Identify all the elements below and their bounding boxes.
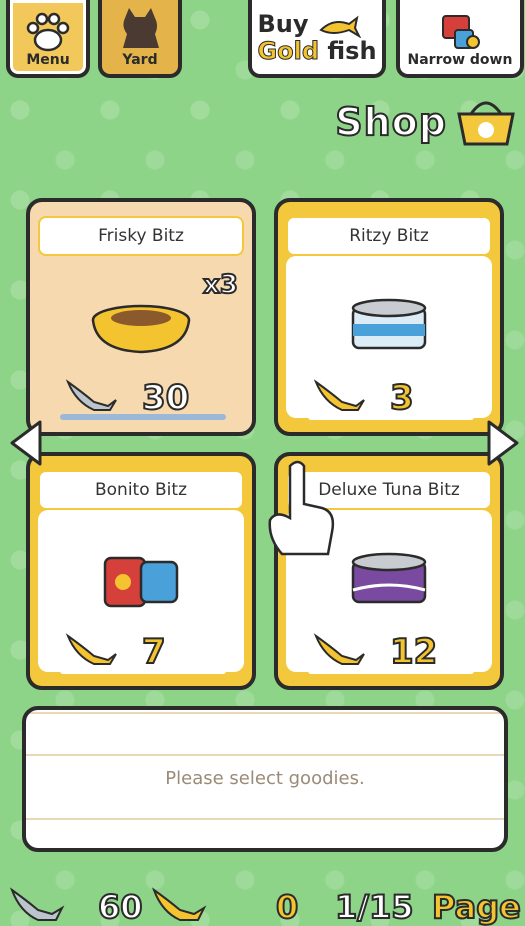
narrow-down-label: Narrow down	[407, 52, 513, 68]
next-page-arrow-icon[interactable]	[487, 418, 523, 468]
paw-icon	[26, 12, 70, 52]
item-card-frisky-bitz[interactable]: Frisky Bitz x3 30	[26, 198, 256, 436]
menu-label: Menu	[26, 52, 70, 68]
page-indicator: 1/15	[334, 887, 414, 926]
buy-goldfish-button[interactable]: Buy Gold fish	[248, 0, 386, 78]
item-name: Bonito Bitz	[38, 470, 244, 510]
buy-label: Buy	[257, 9, 309, 38]
item-price: 30	[141, 377, 190, 419]
cat-icon	[123, 8, 159, 48]
yard-button[interactable]: Yard	[98, 0, 182, 78]
gold-fish-icon	[65, 633, 117, 665]
silver-fish-count: 60	[97, 887, 144, 926]
pointer-hand-icon	[268, 460, 335, 556]
basket-icon	[457, 101, 515, 146]
description-text: Please select goodies.	[26, 768, 504, 789]
item-price: 12	[389, 631, 438, 673]
item-name: Ritzy Bitz	[286, 216, 492, 256]
filter-icon	[442, 15, 480, 49]
item-price: 7	[141, 631, 167, 673]
description-panel: Please select goodies.	[22, 706, 508, 852]
gold-fish-icon	[313, 379, 365, 411]
page-label: Page	[431, 887, 522, 926]
narrow-down-button[interactable]: Narrow down	[396, 0, 524, 78]
silver-fish-icon	[9, 887, 65, 921]
gold-fish-count: 0	[275, 887, 299, 926]
page-title: Shop	[334, 99, 447, 145]
menu-button[interactable]: Menu	[6, 0, 90, 78]
item-price: 3	[389, 377, 415, 419]
goldfish-icon	[319, 15, 362, 39]
food-bowl-icon	[91, 304, 191, 354]
can-icon	[351, 298, 427, 350]
can-icon	[351, 552, 427, 604]
can-icon	[103, 556, 179, 608]
item-name: Frisky Bitz	[38, 216, 244, 256]
item-quantity: x3	[202, 269, 239, 301]
yard-label: Yard	[122, 52, 158, 68]
buy-gold-label: Gold	[257, 36, 320, 65]
item-card-ritzy-bitz[interactable]: Ritzy Bitz 3	[274, 198, 504, 436]
silver-fish-icon	[65, 379, 117, 411]
gold-fish-icon	[151, 887, 207, 921]
item-card-bonito-bitz[interactable]: Bonito Bitz 7	[26, 452, 256, 690]
buy-fish-label: fish	[327, 36, 377, 65]
prev-page-arrow-icon[interactable]	[6, 418, 42, 468]
gold-fish-icon	[313, 633, 365, 665]
